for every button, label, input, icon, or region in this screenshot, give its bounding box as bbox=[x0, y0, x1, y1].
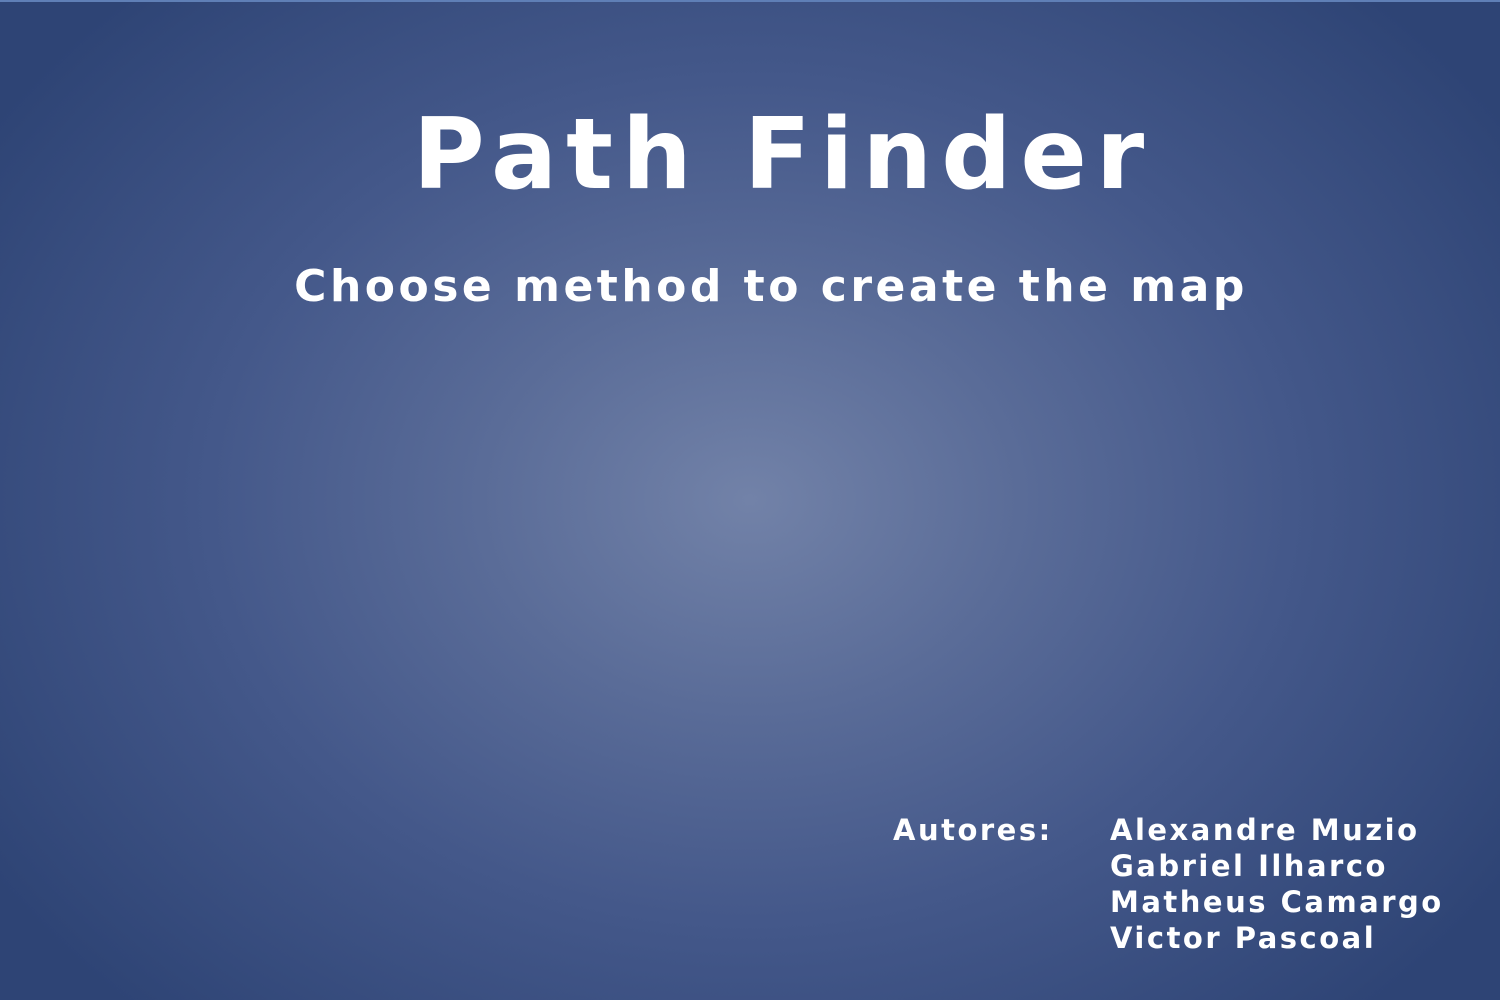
authors-list: Alexandre Muzio Gabriel Ilharco Matheus … bbox=[1110, 812, 1444, 956]
app-title: Path Finder bbox=[412, 98, 1154, 212]
credits-label: Autores: bbox=[893, 813, 1053, 847]
author-name: Gabriel Ilharco bbox=[1110, 849, 1388, 883]
author-name: Matheus Camargo bbox=[1110, 885, 1444, 919]
instruction-subtitle: Choose method to create the map bbox=[294, 261, 1248, 312]
author-name: Victor Pascoal bbox=[1110, 921, 1377, 955]
author-name: Alexandre Muzio bbox=[1110, 813, 1420, 847]
top-border-line bbox=[0, 0, 1500, 2]
